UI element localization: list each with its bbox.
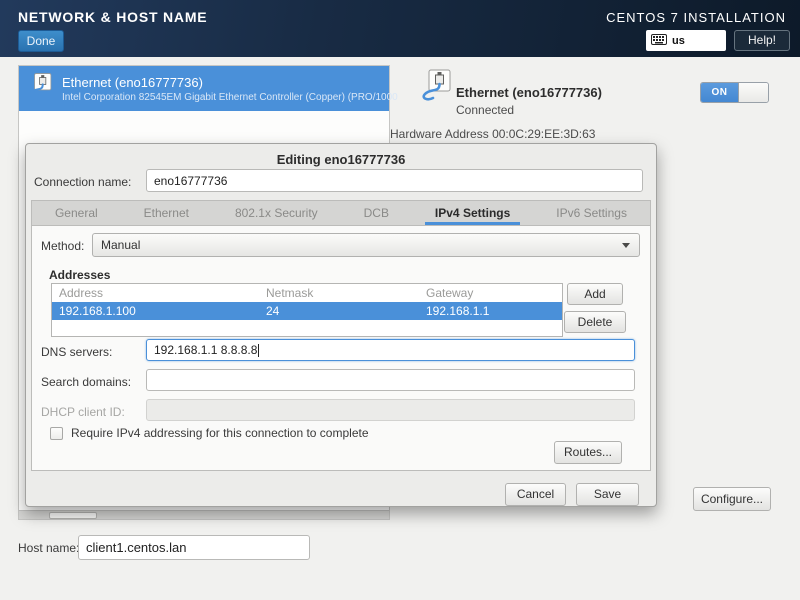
ethernet-plug-icon [26,72,54,105]
save-button[interactable]: Save [576,483,639,506]
add-address-button[interactable]: Add [567,283,623,305]
cell-netmask[interactable]: 24 [259,304,419,318]
detail-device-name: Ethernet (eno16777736) [456,85,602,100]
addresses-table[interactable]: Address Netmask Gateway 192.168.1.100 24… [51,283,563,337]
hostname-input[interactable] [78,535,310,560]
table-row[interactable]: 192.168.1.100 24 192.168.1.1 [52,302,562,320]
tab-dcb[interactable]: DCB [354,201,399,225]
help-button[interactable]: Help! [734,30,790,51]
edit-connection-dialog: Editing eno16777736 Connection name: Gen… [25,143,657,507]
column-header-netmask[interactable]: Netmask [259,286,419,300]
method-dropdown[interactable]: Manual [92,233,640,257]
dialog-title: Editing eno16777736 [26,144,656,167]
method-value: Manual [101,238,140,252]
connection-name-label: Connection name: [34,175,131,189]
column-header-gateway[interactable]: Gateway [419,286,562,300]
search-domains-input[interactable] [146,369,635,391]
dns-servers-value: 192.168.1.1 8.8.8.8 [154,343,257,357]
settings-tabbar: General Ethernet 802.1x Security DCB IPv… [31,200,651,225]
toggle-knob[interactable] [738,83,768,102]
text-cursor [258,344,259,357]
scrollbar-thumb[interactable] [49,512,97,519]
hardware-address: Hardware Address 00:0C:29:EE:3D:63 [390,127,595,141]
product-title: CENTOS 7 INSTALLATION [606,10,786,25]
method-label: Method: [41,239,84,253]
addresses-section-label: Addresses [49,268,110,282]
device-description: Intel Corporation 82545EM Gigabit Ethern… [62,92,398,103]
dns-servers-input[interactable]: 192.168.1.1 8.8.8.8 [146,339,635,361]
delete-address-button[interactable]: Delete [564,311,626,333]
tab-ipv6-settings[interactable]: IPv6 Settings [546,201,637,225]
connection-name-input[interactable] [146,169,643,192]
dhcp-client-id-label: DHCP client ID: [41,405,125,419]
require-ipv4-checkbox[interactable] [50,427,63,440]
detail-connection-status: Connected [456,103,514,117]
cell-gateway[interactable]: 192.168.1.1 [419,304,562,318]
cell-address[interactable]: 192.168.1.100 [52,304,259,318]
keyboard-layout-indicator[interactable]: us [646,30,726,51]
keyboard-layout-code: us [672,35,685,47]
device-name: Ethernet (eno16777736) [62,75,398,90]
routes-button[interactable]: Routes... [554,441,622,464]
hostname-label: Host name: [18,541,79,555]
column-header-address[interactable]: Address [52,286,259,300]
require-ipv4-checkbox-label[interactable]: Require IPv4 addressing for this connect… [71,426,369,440]
tab-general[interactable]: General [45,201,108,225]
device-on-off-toggle[interactable]: ON [700,82,769,103]
page-title: NETWORK & HOST NAME [18,9,207,25]
device-list-item-eno16777736[interactable]: Ethernet (eno16777736) Intel Corporation… [19,66,389,111]
installer-top-bar: NETWORK & HOST NAME Done CENTOS 7 INSTAL… [0,0,800,57]
tab-ethernet[interactable]: Ethernet [134,201,199,225]
done-button[interactable]: Done [18,30,64,52]
table-header-row: Address Netmask Gateway [52,284,562,302]
configure-button[interactable]: Configure... [693,487,771,511]
chevron-down-icon [622,243,630,248]
keyboard-icon [651,32,667,50]
dhcp-client-id-input [146,399,635,421]
toggle-on-label: ON [701,83,738,102]
tab-8021x-security[interactable]: 802.1x Security [225,201,328,225]
dns-servers-label: DNS servers: [41,345,112,359]
device-list-scrollbar[interactable] [19,510,389,519]
search-domains-label: Search domains: [41,375,131,389]
cancel-button[interactable]: Cancel [505,483,566,506]
tab-ipv4-settings[interactable]: IPv4 Settings [425,201,520,225]
table-empty-row[interactable] [52,320,562,338]
ipv4-settings-panel: Method: Manual Addresses Address Netmask… [31,225,651,471]
ethernet-plug-icon-large [418,68,454,109]
